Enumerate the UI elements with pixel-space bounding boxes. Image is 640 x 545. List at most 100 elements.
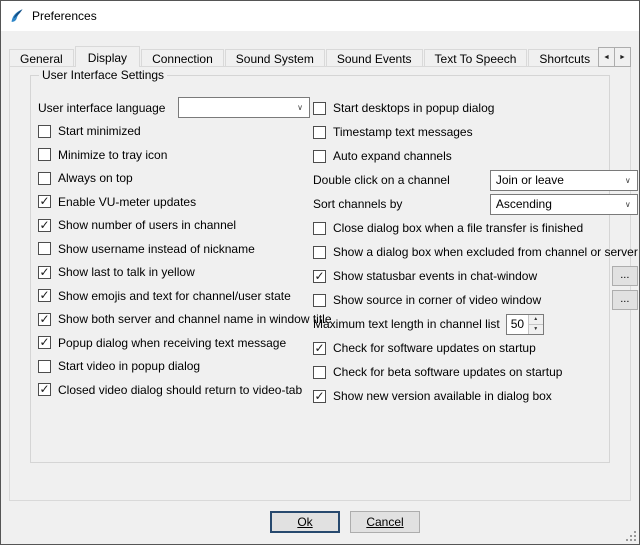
spin-down-icon[interactable]: ▼ xyxy=(529,325,543,334)
tab-general[interactable]: General xyxy=(9,49,74,67)
double-click-row: Double click on a channel Join or leave … xyxy=(313,168,638,192)
combobox-value: Ascending xyxy=(491,197,619,211)
checkbox-label[interactable]: Show emojis and text for channel/user st… xyxy=(58,289,291,303)
checkbox[interactable] xyxy=(313,246,326,259)
dialog-buttons: Ok Cancel xyxy=(51,511,639,533)
statusbar-events-row[interactable]: ✓ Show statusbar events in chat-window .… xyxy=(313,264,638,288)
tab-shortcuts[interactable]: Shortcuts xyxy=(528,49,601,67)
checkbox[interactable] xyxy=(313,222,326,235)
checkbox-row-show-user-count[interactable]: ✓ Show number of users in channel xyxy=(38,214,310,238)
checkbox[interactable]: ✓ xyxy=(38,195,51,208)
checkbox-label[interactable]: Show number of users in channel xyxy=(58,218,236,232)
checkbox-row-check-updates[interactable]: ✓ Check for software updates on startup xyxy=(313,336,638,360)
video-source-row[interactable]: Show source in corner of video window ..… xyxy=(313,288,638,312)
checkbox-label[interactable]: Show new version available in dialog box xyxy=(333,389,552,403)
checkbox[interactable] xyxy=(38,125,51,138)
checkbox[interactable]: ✓ xyxy=(38,219,51,232)
checkbox-row-minimize-to-tray[interactable]: Minimize to tray icon xyxy=(38,143,310,167)
checkbox-label[interactable]: Show both server and channel name in win… xyxy=(58,312,332,326)
tab-connection[interactable]: Connection xyxy=(141,49,224,67)
checkbox-label[interactable]: Closed video dialog should return to vid… xyxy=(58,383,302,397)
checkbox-row-auto-expand[interactable]: Auto expand channels xyxy=(313,144,638,168)
ok-button-label: Ok xyxy=(297,515,312,529)
statusbar-events-more-button[interactable]: ... xyxy=(612,266,638,286)
checkbox-row-new-version-dialog[interactable]: ✓ Show new version available in dialog b… xyxy=(313,384,638,408)
checkbox[interactable] xyxy=(313,150,326,163)
checkbox[interactable]: ✓ xyxy=(313,270,326,283)
checkbox-label[interactable]: Always on top xyxy=(58,171,133,185)
checkbox-label[interactable]: Show source in corner of video window xyxy=(333,293,541,307)
tab-scroll-left-icon[interactable]: ◄ xyxy=(598,47,615,67)
checkbox-row-server-channel-title[interactable]: ✓ Show both server and channel name in w… xyxy=(38,308,310,332)
checkbox-row-username-instead-nickname[interactable]: Show username instead of nickname xyxy=(38,237,310,261)
spinbox-value[interactable]: 50 xyxy=(507,315,528,334)
checkbox[interactable] xyxy=(313,102,326,115)
ok-button[interactable]: Ok xyxy=(270,511,340,533)
checkbox-label[interactable]: Close dialog box when a file transfer is… xyxy=(333,221,583,235)
tab-sound-system[interactable]: Sound System xyxy=(225,49,325,67)
checkbox-row-last-to-talk[interactable]: ✓ Show last to talk in yellow xyxy=(38,261,310,285)
checkbox-label[interactable]: Check for beta software updates on start… xyxy=(333,365,562,379)
checkbox-row-closed-video-return[interactable]: ✓ Closed video dialog should return to v… xyxy=(38,378,310,402)
checkbox-label[interactable]: Enable VU-meter updates xyxy=(58,195,196,209)
double-click-combobox[interactable]: Join or leave ∨ xyxy=(490,170,638,191)
checkbox[interactable]: ✓ xyxy=(313,342,326,355)
tab-sound-events[interactable]: Sound Events xyxy=(326,49,423,67)
checkbox-row-desktops-popup[interactable]: Start desktops in popup dialog xyxy=(313,96,638,120)
checkbox[interactable]: ✓ xyxy=(313,390,326,403)
checkbox-label[interactable]: Timestamp text messages xyxy=(333,125,473,139)
checkbox-row-excluded-dialog[interactable]: Show a dialog box when excluded from cha… xyxy=(313,240,638,264)
checkbox-label[interactable]: Show username instead of nickname xyxy=(58,242,255,256)
checkbox-label[interactable]: Show a dialog box when excluded from cha… xyxy=(333,245,638,259)
max-text-length-spinbox[interactable]: 50 ▲ ▼ xyxy=(506,314,544,335)
checkbox[interactable] xyxy=(38,148,51,161)
checkbox-row-emojis[interactable]: ✓ Show emojis and text for channel/user … xyxy=(38,284,310,308)
checkbox-row-timestamp[interactable]: Timestamp text messages xyxy=(313,120,638,144)
checkbox[interactable]: ✓ xyxy=(38,313,51,326)
checkbox-label[interactable]: Start minimized xyxy=(58,124,141,138)
checkbox-row-check-beta-updates[interactable]: Check for beta software updates on start… xyxy=(313,360,638,384)
checkbox-label[interactable]: Popup dialog when receiving text message xyxy=(58,336,286,350)
checkbox[interactable] xyxy=(38,172,51,185)
checkbox[interactable]: ✓ xyxy=(38,266,51,279)
checkbox-label[interactable]: Start desktops in popup dialog xyxy=(333,101,494,115)
checkbox-label[interactable]: Show last to talk in yellow xyxy=(58,265,195,279)
checkbox-label[interactable]: Start video in popup dialog xyxy=(58,359,200,373)
checkbox-row-popup-text-message[interactable]: ✓ Popup dialog when receiving text messa… xyxy=(38,331,310,355)
checkbox-row-close-on-transfer[interactable]: Close dialog box when a file transfer is… xyxy=(313,216,638,240)
sort-channels-combobox[interactable]: Ascending ∨ xyxy=(490,194,638,215)
checkbox[interactable] xyxy=(313,366,326,379)
checkbox-row-vu-meter[interactable]: ✓ Enable VU-meter updates xyxy=(38,190,310,214)
checkbox-label[interactable]: Minimize to tray icon xyxy=(58,148,167,162)
groupbox-user-interface-settings: User Interface Settings User interface l… xyxy=(30,75,610,463)
spinbox-buttons: ▲ ▼ xyxy=(528,315,543,334)
resize-grip[interactable] xyxy=(625,530,637,542)
spin-up-icon[interactable]: ▲ xyxy=(529,315,543,325)
checkbox[interactable]: ✓ xyxy=(38,289,51,302)
tab-text-to-speech[interactable]: Text To Speech xyxy=(424,49,528,67)
checkbox-label[interactable]: Auto expand channels xyxy=(333,149,452,163)
checkbox[interactable]: ✓ xyxy=(38,383,51,396)
checkbox-row-start-minimized[interactable]: Start minimized xyxy=(38,120,310,144)
tab-display[interactable]: Display xyxy=(75,46,140,67)
language-row: User interface language ∨ xyxy=(38,96,310,120)
checkbox[interactable] xyxy=(313,294,326,307)
video-source-more-button[interactable]: ... xyxy=(612,290,638,310)
tab-bar: General Display Connection Sound System … xyxy=(9,46,631,67)
checkbox[interactable] xyxy=(38,360,51,373)
title-bar[interactable]: Preferences xyxy=(1,1,639,31)
preferences-dialog: Preferences General Display Connection S… xyxy=(0,0,640,545)
checkbox-row-always-on-top[interactable]: Always on top xyxy=(38,167,310,191)
checkbox[interactable] xyxy=(313,126,326,139)
cancel-button-label: Cancel xyxy=(366,515,403,529)
checkbox-label[interactable]: Check for software updates on startup xyxy=(333,341,536,355)
checkbox[interactable]: ✓ xyxy=(38,336,51,349)
checkbox[interactable] xyxy=(38,242,51,255)
window-title: Preferences xyxy=(32,9,97,23)
tab-scroll-right-icon[interactable]: ► xyxy=(614,47,631,67)
checkbox-row-video-popup[interactable]: Start video in popup dialog xyxy=(38,355,310,379)
app-icon[interactable] xyxy=(9,8,25,24)
cancel-button[interactable]: Cancel xyxy=(350,511,420,533)
language-combobox[interactable]: ∨ xyxy=(178,97,310,118)
checkbox-label[interactable]: Show statusbar events in chat-window xyxy=(333,269,537,283)
